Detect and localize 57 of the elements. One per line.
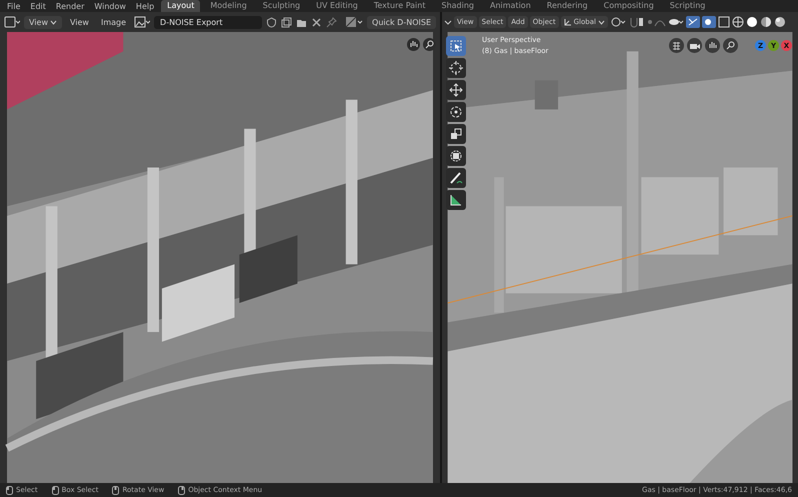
workspace-tab[interactable]: Scripting	[664, 0, 712, 12]
workspace-tab[interactable]: Layout	[161, 0, 200, 12]
workspace-tab[interactable]: Texture Paint	[368, 0, 432, 12]
caret-icon[interactable]	[444, 18, 452, 26]
image-icon[interactable]	[134, 16, 150, 28]
xray-icon[interactable]	[718, 16, 730, 28]
editor-type-icon[interactable]	[4, 16, 20, 28]
menu-item[interactable]: Edit	[27, 2, 49, 10]
rendered-shading-icon[interactable]	[774, 16, 786, 28]
display-mode-icon[interactable]	[345, 16, 364, 28]
menu-item[interactable]: File	[4, 2, 24, 10]
axes-icon	[564, 18, 572, 26]
annotate-tool-button[interactable]	[446, 168, 466, 188]
copy-icon[interactable]	[281, 16, 292, 28]
wireframe-shading-icon[interactable]	[732, 16, 744, 28]
image-name-field[interactable]: D-NOISE Export	[154, 16, 262, 28]
transform-tool-button[interactable]	[446, 146, 466, 166]
rotate-tool-button[interactable]	[446, 102, 466, 122]
menu-button[interactable]: View	[66, 16, 93, 28]
visibility-icon[interactable]	[668, 16, 684, 28]
pivot-icon[interactable]	[610, 16, 626, 28]
workspace-tab[interactable]: UV Editing	[310, 0, 364, 12]
workspace-tab[interactable]: Shading	[435, 0, 480, 12]
solid-shading-icon[interactable]	[746, 16, 758, 28]
menu-button[interactable]: Image	[96, 16, 130, 28]
scale-tool-button[interactable]	[446, 124, 466, 144]
caret-icon	[50, 18, 57, 26]
workspace-tab[interactable]: Compositing	[598, 0, 660, 12]
right-mouse-icon	[178, 486, 186, 494]
workspace-tab[interactable]: Rendering	[540, 0, 594, 12]
grid-icon[interactable]	[669, 38, 684, 53]
zoom-icon[interactable]	[723, 38, 738, 53]
menu-item[interactable]: Window	[91, 2, 129, 10]
workspace-tab[interactable]: Modeling	[204, 0, 253, 12]
workspace-tab[interactable]: Animation	[484, 0, 537, 12]
workspace-tab[interactable]: Sculpting	[256, 0, 306, 12]
quick-denoise-button[interactable]: Quick D-NOISE	[367, 16, 436, 28]
close-icon[interactable]	[311, 16, 322, 28]
pin-icon[interactable]	[326, 16, 338, 28]
menu-item[interactable]: Help	[132, 2, 158, 10]
move-tool-button[interactable]	[446, 80, 466, 100]
caret-icon	[598, 18, 605, 26]
middle-mouse-icon	[112, 486, 120, 494]
shield-icon[interactable]	[266, 16, 278, 28]
material-shading-icon[interactable]	[760, 16, 772, 28]
overlay-toggle-icon[interactable]	[702, 16, 716, 28]
snap-icon[interactable]	[628, 16, 644, 28]
measure-tool-button[interactable]	[446, 190, 466, 210]
gizmo-toggle-icon[interactable]	[686, 16, 700, 28]
menu-item[interactable]: Render	[52, 2, 88, 10]
select-tool-button[interactable]	[446, 36, 466, 56]
zoom-icon[interactable]	[423, 38, 436, 51]
cursor-tool-button[interactable]	[446, 58, 466, 78]
left-mouse-icon	[6, 486, 13, 494]
view-mode-dropdown[interactable]: View	[24, 16, 62, 28]
camera-icon[interactable]	[687, 38, 702, 53]
left-mouse-icon	[52, 486, 59, 494]
